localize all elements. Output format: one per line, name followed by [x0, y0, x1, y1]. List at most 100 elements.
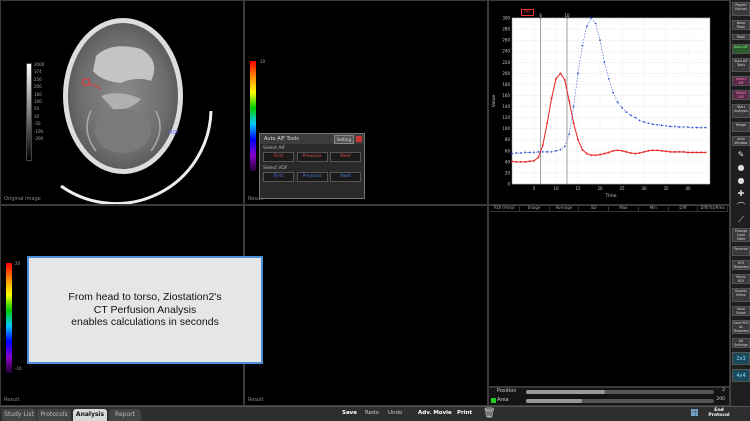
data-point — [546, 151, 549, 153]
area-slider-row[interactable]: Area 200 — [490, 397, 728, 405]
auto-aif-tools-dialog[interactable]: Auto AIF Tools Setting Select AIF First … — [259, 133, 365, 199]
data-point — [669, 150, 672, 153]
toolbar-button[interactable]: Change Color Table — [732, 228, 750, 242]
data-point — [647, 122, 650, 125]
table-column-header[interactable]: Image — [520, 204, 550, 211]
trash-icon[interactable]: 🗑 — [483, 408, 496, 419]
tool-icon[interactable]: ⌒ — [735, 202, 747, 212]
table-column-header[interactable]: Min — [639, 204, 669, 211]
data-point — [651, 149, 654, 152]
table-column-header[interactable]: Diff — [669, 204, 699, 211]
select-vof-label: Select VOF — [263, 166, 288, 171]
data-point — [656, 123, 659, 126]
tool-icon[interactable]: ● — [735, 163, 747, 173]
toolbar-button[interactable]: Display Items — [732, 288, 750, 302]
data-point — [665, 150, 667, 153]
dialog-title-bar[interactable]: Auto AIF Tools Setting — [260, 134, 364, 144]
data-point — [541, 151, 544, 153]
data-point — [550, 151, 553, 153]
position-slider-fill — [526, 390, 605, 394]
setting-button[interactable]: Setting — [333, 135, 354, 144]
data-point — [687, 151, 689, 154]
toolbar-button[interactable]: Save ROI as Template — [732, 320, 750, 334]
tool-icon[interactable]: ✎ — [735, 150, 747, 160]
tool-icon[interactable]: ✚ — [735, 189, 747, 199]
color-scale-bar-2 — [6, 263, 12, 373]
aif-first-button[interactable]: First — [263, 152, 294, 162]
data-point — [638, 152, 641, 155]
table-column-header[interactable]: ROI (Area) — [490, 204, 520, 211]
data-point — [669, 125, 672, 128]
toolbar-button[interactable]: ROI Template — [732, 260, 750, 270]
color-scale-2-top: 20 — [15, 261, 21, 266]
data-point — [550, 97, 553, 100]
data-point — [629, 152, 632, 155]
viewport-result-3[interactable]: Result — [244, 205, 488, 406]
data-point — [524, 160, 527, 163]
redo-button[interactable]: Redo — [365, 410, 379, 416]
color-scale-top: 10 — [260, 59, 266, 64]
table-column-header[interactable]: Average — [550, 204, 580, 211]
toolbar-button[interactable]: Auto AIF — [732, 44, 750, 54]
x-tick-label: 15 — [575, 186, 581, 191]
aif-previous-button[interactable]: Previous — [296, 152, 328, 162]
tab-report[interactable]: Report — [109, 409, 141, 421]
tab-analysis[interactable]: Analysis — [73, 409, 107, 421]
table-column-header[interactable]: Diff(%)/Area — [698, 204, 728, 211]
position-slider-row[interactable]: Position 2 — [490, 388, 728, 396]
area-checkbox[interactable] — [491, 398, 496, 403]
toolbar-button[interactable]: Alt Settings — [732, 338, 750, 348]
toolbar-button[interactable]: 2x3 — [732, 352, 750, 365]
end-protocol-button[interactable]: End Protocol — [708, 408, 730, 418]
viewport-original[interactable]: 2000 374 256 200 160 100 50 10 -50 -100 -200 ROI O… — [0, 0, 244, 205]
tab-study-list[interactable]: Study List — [2, 409, 36, 421]
toolbar-button[interactable]: Mask — [732, 34, 750, 40]
toolbar-button[interactable]: 4x4 — [732, 369, 750, 382]
vof-next-button[interactable]: Next — [330, 172, 361, 182]
toolbar-button[interactable]: Save Graph — [732, 306, 750, 316]
y-tick-label: 180 — [502, 82, 510, 87]
adv-movie-button[interactable]: Adv. Movie — [418, 410, 452, 416]
data-point — [577, 72, 579, 75]
position-slider[interactable] — [526, 390, 714, 394]
toolbar-button[interactable]: Reverse — [732, 246, 750, 256]
right-toolbar: Region Extract Bone Mask Mask Auto AIF Auto … — [730, 0, 750, 406]
data-point — [581, 148, 584, 151]
data-point — [599, 39, 601, 42]
toolbar-button[interactable]: Select VOF — [732, 90, 750, 100]
tdc-chart[interactable]: 0 20 40 60 80 100 120 140 160 180 200 220 240 260 280 3… — [490, 8, 716, 204]
area-slider[interactable] — [526, 399, 714, 403]
data-point — [511, 160, 513, 163]
y-tick-label: 300 — [502, 16, 510, 21]
aif-next-button[interactable]: Next — [330, 152, 361, 162]
tool-icon[interactable]: ● — [735, 176, 747, 186]
toolbar-button[interactable]: Auto Window — [732, 136, 750, 146]
plot-area — [511, 17, 711, 185]
data-point — [691, 151, 694, 154]
toolbar-button[interactable]: Region Extract — [732, 2, 750, 16]
toolbar-button[interactable]: Start Analysis — [732, 104, 750, 118]
close-icon[interactable] — [356, 136, 362, 142]
roi-table-header: ROI (Area) Image Average SD Max Min Diff Diff(%… — [490, 204, 728, 212]
data-point — [603, 152, 606, 155]
table-column-header[interactable]: SD — [579, 204, 609, 211]
save-button[interactable]: Save — [342, 410, 357, 416]
table-column-header[interactable]: Max — [609, 204, 639, 211]
data-point — [519, 152, 522, 154]
toolbar-button[interactable]: Select AIF — [732, 76, 750, 86]
vof-first-button[interactable]: First — [263, 172, 294, 182]
toolbar-button[interactable]: Bone Mask — [732, 20, 750, 30]
tab-protocols[interactable]: Protocols — [37, 409, 71, 421]
y-tick-label: 20 — [505, 170, 511, 175]
toolbar-button[interactable]: Auto AIF Tools — [732, 58, 750, 72]
grid-icon[interactable]: ▦ — [690, 408, 699, 418]
print-button[interactable]: Print — [457, 410, 472, 416]
data-point — [533, 151, 535, 154]
roi-table-pane[interactable] — [488, 205, 730, 387]
vof-previous-button[interactable]: Previous — [296, 172, 328, 182]
toolbar-button[interactable]: Mirror ROI — [732, 274, 750, 284]
undo-button[interactable]: Undo — [388, 410, 402, 416]
tool-icon[interactable]: ⟋ — [735, 215, 747, 225]
data-point — [537, 156, 540, 159]
toolbar-button[interactable]: Merge — [732, 122, 750, 132]
